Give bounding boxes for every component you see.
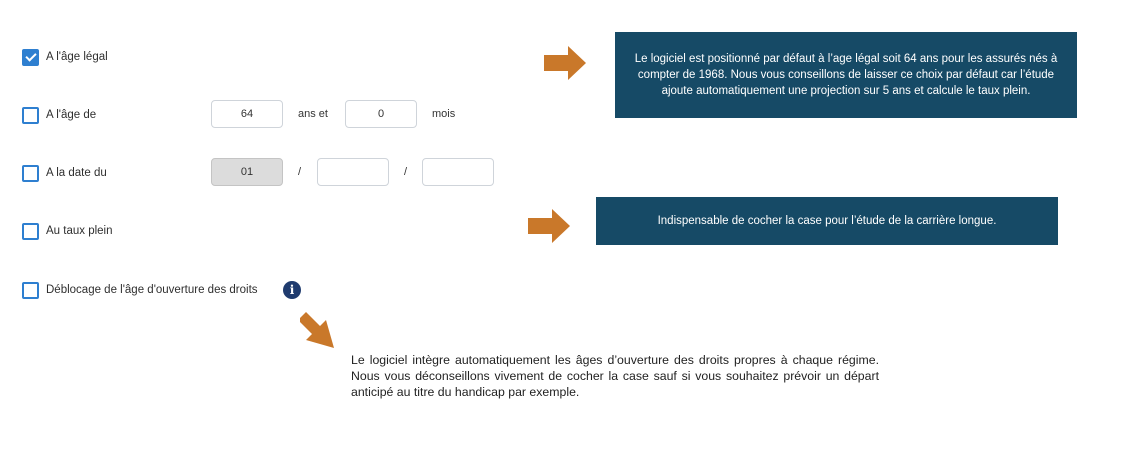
- opening-age-note: Le logiciel intègre automatiquement les …: [351, 353, 879, 399]
- age-of-checkbox[interactable]: [22, 106, 39, 124]
- date-day-input[interactable]: 01: [211, 158, 283, 186]
- unlock-opening-age-checkbox[interactable]: [22, 281, 39, 299]
- legal-age-tooltip: Le logiciel est positionné par défaut à …: [615, 32, 1077, 118]
- date-month-input[interactable]: [317, 158, 389, 186]
- legal-age-tooltip-text: Le logiciel est positionné par défaut à …: [634, 53, 1058, 97]
- option-full-rate[interactable]: Au taux plein: [22, 221, 113, 241]
- arrow-right-icon: [528, 209, 570, 243]
- full-rate-checkbox[interactable]: [22, 222, 39, 240]
- months-unit-label: mois: [432, 108, 456, 120]
- legal-age-label: A l'âge légal: [46, 51, 108, 63]
- unlock-opening-age-label: Déblocage de l'âge d'ouverture des droit…: [46, 284, 258, 296]
- date-separator-2: /: [404, 166, 408, 178]
- full-rate-label: Au taux plein: [46, 225, 113, 237]
- full-rate-tooltip: Indispensable de cocher la case pour l’é…: [596, 197, 1058, 245]
- arrow-down-right-icon: [300, 312, 334, 348]
- option-legal-age[interactable]: A l'âge légal: [22, 47, 108, 67]
- years-unit-label: ans et: [298, 108, 328, 120]
- date-year-input[interactable]: [422, 158, 494, 186]
- legal-age-checkbox[interactable]: [22, 48, 39, 66]
- option-date-of[interactable]: A la date du: [22, 163, 107, 183]
- date-separator-1: /: [298, 166, 302, 178]
- arrow-right-icon: [544, 46, 586, 80]
- full-rate-tooltip-text: Indispensable de cocher la case pour l’é…: [657, 215, 997, 227]
- date-of-label: A la date du: [46, 167, 107, 179]
- date-of-checkbox[interactable]: [22, 164, 39, 182]
- age-years-input[interactable]: 64: [211, 100, 283, 128]
- info-circle-icon[interactable]: i: [283, 281, 301, 299]
- option-age-of[interactable]: A l'âge de: [22, 105, 96, 125]
- age-of-label: A l'âge de: [46, 109, 97, 121]
- option-unlock-opening-age[interactable]: Déblocage de l'âge d'ouverture des droit…: [22, 280, 258, 300]
- age-months-input[interactable]: 0: [345, 100, 417, 128]
